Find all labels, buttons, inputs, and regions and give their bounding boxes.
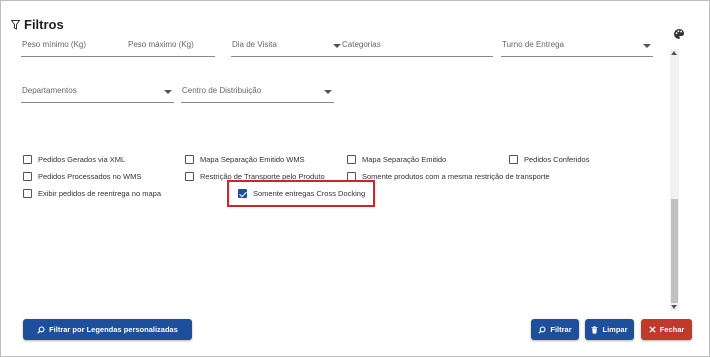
clear-button[interactable]: Limpar xyxy=(585,319,634,340)
checkbox-checked-orders[interactable]: Pedidos Conferidos xyxy=(509,153,589,165)
chevron-down-icon xyxy=(324,90,332,94)
close-button[interactable]: Fechar xyxy=(641,319,692,340)
chevron-down-icon xyxy=(164,90,172,94)
checkbox-xml-orders[interactable]: Pedidos Gerados via XML xyxy=(23,153,125,165)
scrollbar-thumb[interactable] xyxy=(671,199,678,303)
legend-filter-button[interactable]: Filtrar por Legendas personalizadas xyxy=(23,319,192,340)
scroll-down-icon[interactable] xyxy=(671,305,677,309)
filter-button[interactable]: Filtrar xyxy=(531,319,579,340)
checkbox-box[interactable] xyxy=(185,171,194,181)
chevron-down-icon xyxy=(333,44,341,48)
search-icon xyxy=(538,325,546,334)
palette-icon[interactable] xyxy=(673,27,687,41)
checkbox-box[interactable] xyxy=(347,154,356,164)
checkbox-separation-map[interactable]: Mapa Separação Emitido xyxy=(347,153,446,165)
trash-icon xyxy=(591,325,598,334)
checkbox-wms-separation-map[interactable]: Mapa Separação Emitido WMS xyxy=(185,153,305,165)
checkbox-box[interactable] xyxy=(23,171,32,181)
checkbox-cross-docking-only[interactable]: Somente entregas Cross Docking xyxy=(238,187,365,199)
vertical-scrollbar[interactable] xyxy=(670,49,679,311)
checkbox-same-restriction-products[interactable]: Somente produtos com a mesma restrição d… xyxy=(347,170,550,182)
checkbox-box[interactable] xyxy=(23,154,32,164)
delivery-shift-select[interactable]: Turno de Entrega xyxy=(501,41,653,57)
search-icon xyxy=(37,325,45,334)
checkbox-box[interactable] xyxy=(23,188,32,198)
dialog-header: Filtros xyxy=(11,17,64,32)
close-icon xyxy=(649,326,656,333)
distribution-center-select[interactable]: Centro de Distribuição xyxy=(181,83,334,103)
min-weight-field[interactable]: Peso mínimo (Kg) xyxy=(21,41,136,57)
checkbox-wms-processed[interactable]: Pedidos Processados no WMS xyxy=(23,170,141,182)
checkbox-box-checked[interactable] xyxy=(238,188,247,198)
filter-icon xyxy=(11,19,20,30)
visit-day-select[interactable]: Dia de Visita xyxy=(231,41,343,57)
max-weight-field[interactable]: Peso máximo (Kg) xyxy=(127,41,215,57)
checkbox-redelivery-orders[interactable]: Exibir pedidos de reentrega no mapa xyxy=(23,187,161,199)
departments-select[interactable]: Departamentos xyxy=(21,83,174,103)
filter-dialog: Filtros Peso mínimo (Kg) Peso máximo (Kg… xyxy=(0,0,710,357)
categories-field[interactable]: Categorias xyxy=(341,41,493,57)
checkbox-box[interactable] xyxy=(185,154,194,164)
scroll-up-icon[interactable] xyxy=(671,51,677,55)
checkbox-box[interactable] xyxy=(509,154,518,164)
dialog-title: Filtros xyxy=(24,17,64,32)
chevron-down-icon xyxy=(643,44,651,48)
